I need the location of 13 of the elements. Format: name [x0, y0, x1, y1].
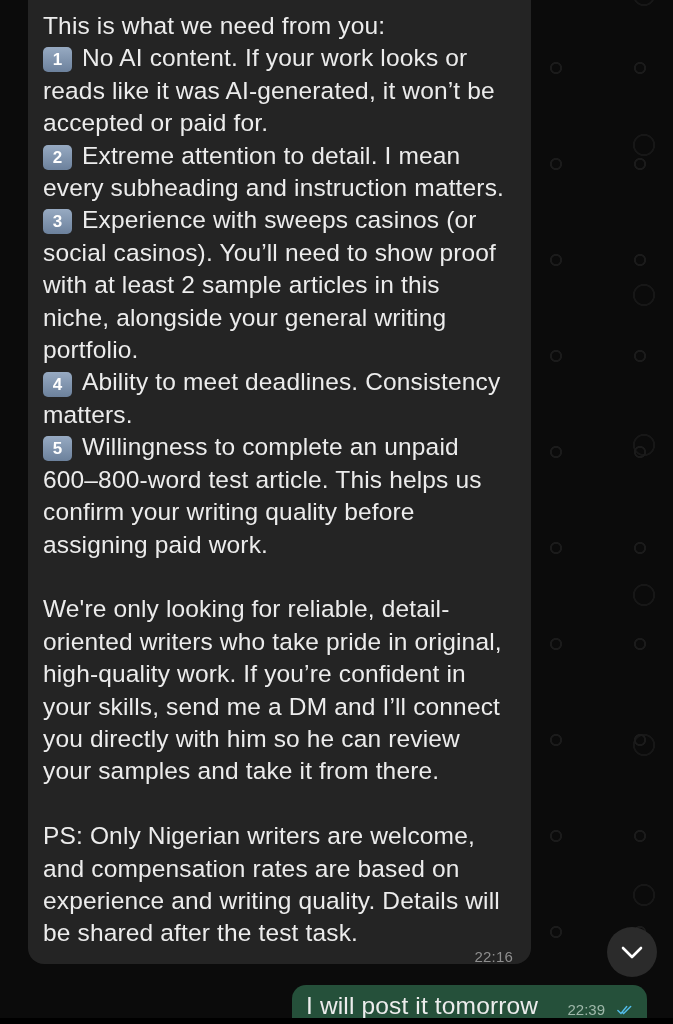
list-item-text: 4 Ability to meet deadlines. Consistency matters. — [43, 367, 501, 430]
list-item-text: 1 No AI content. If your work looks or reads like it was AI-generated, it won’t be accepted or paid for. — [43, 43, 495, 139]
message-text: I will post it tomorrow — [306, 992, 539, 1018]
message-time: 22:16 — [474, 949, 513, 963]
chevron-down-icon — [621, 945, 643, 959]
message-time: 22:39 — [567, 1001, 605, 1018]
message-text: We're only looking for reliable, detail- oriented writers who take pride in original, high-quality work. If you’re confident in your skills, send me a DM and I’ll connect you directly with him so he can review your samples and take it from there. — [43, 594, 502, 787]
message-text: PS: Only Nigerian writers are welcome, and compensation rates are based on experience and writing quality. Details will be shared after the test task. — [43, 821, 500, 949]
list-item-text: 2 Extreme attention to detail. I mean every subheading and instruction matters. — [43, 140, 504, 204]
list-item-text: 5 Willingness to complete an unpaid 600–800-word test article. This helps us confirm your writing quality before assigning paid work. — [43, 432, 482, 560]
message-text: This is what we need from you: — [43, 11, 386, 41]
scroll-down-button[interactable] — [607, 927, 657, 977]
list-item-text: 3 Experience with sweeps casinos (or social casinos). You’ll need to show proof with at least 2 sample articles in this niche, alongside your general writing portfolio. — [43, 205, 497, 366]
